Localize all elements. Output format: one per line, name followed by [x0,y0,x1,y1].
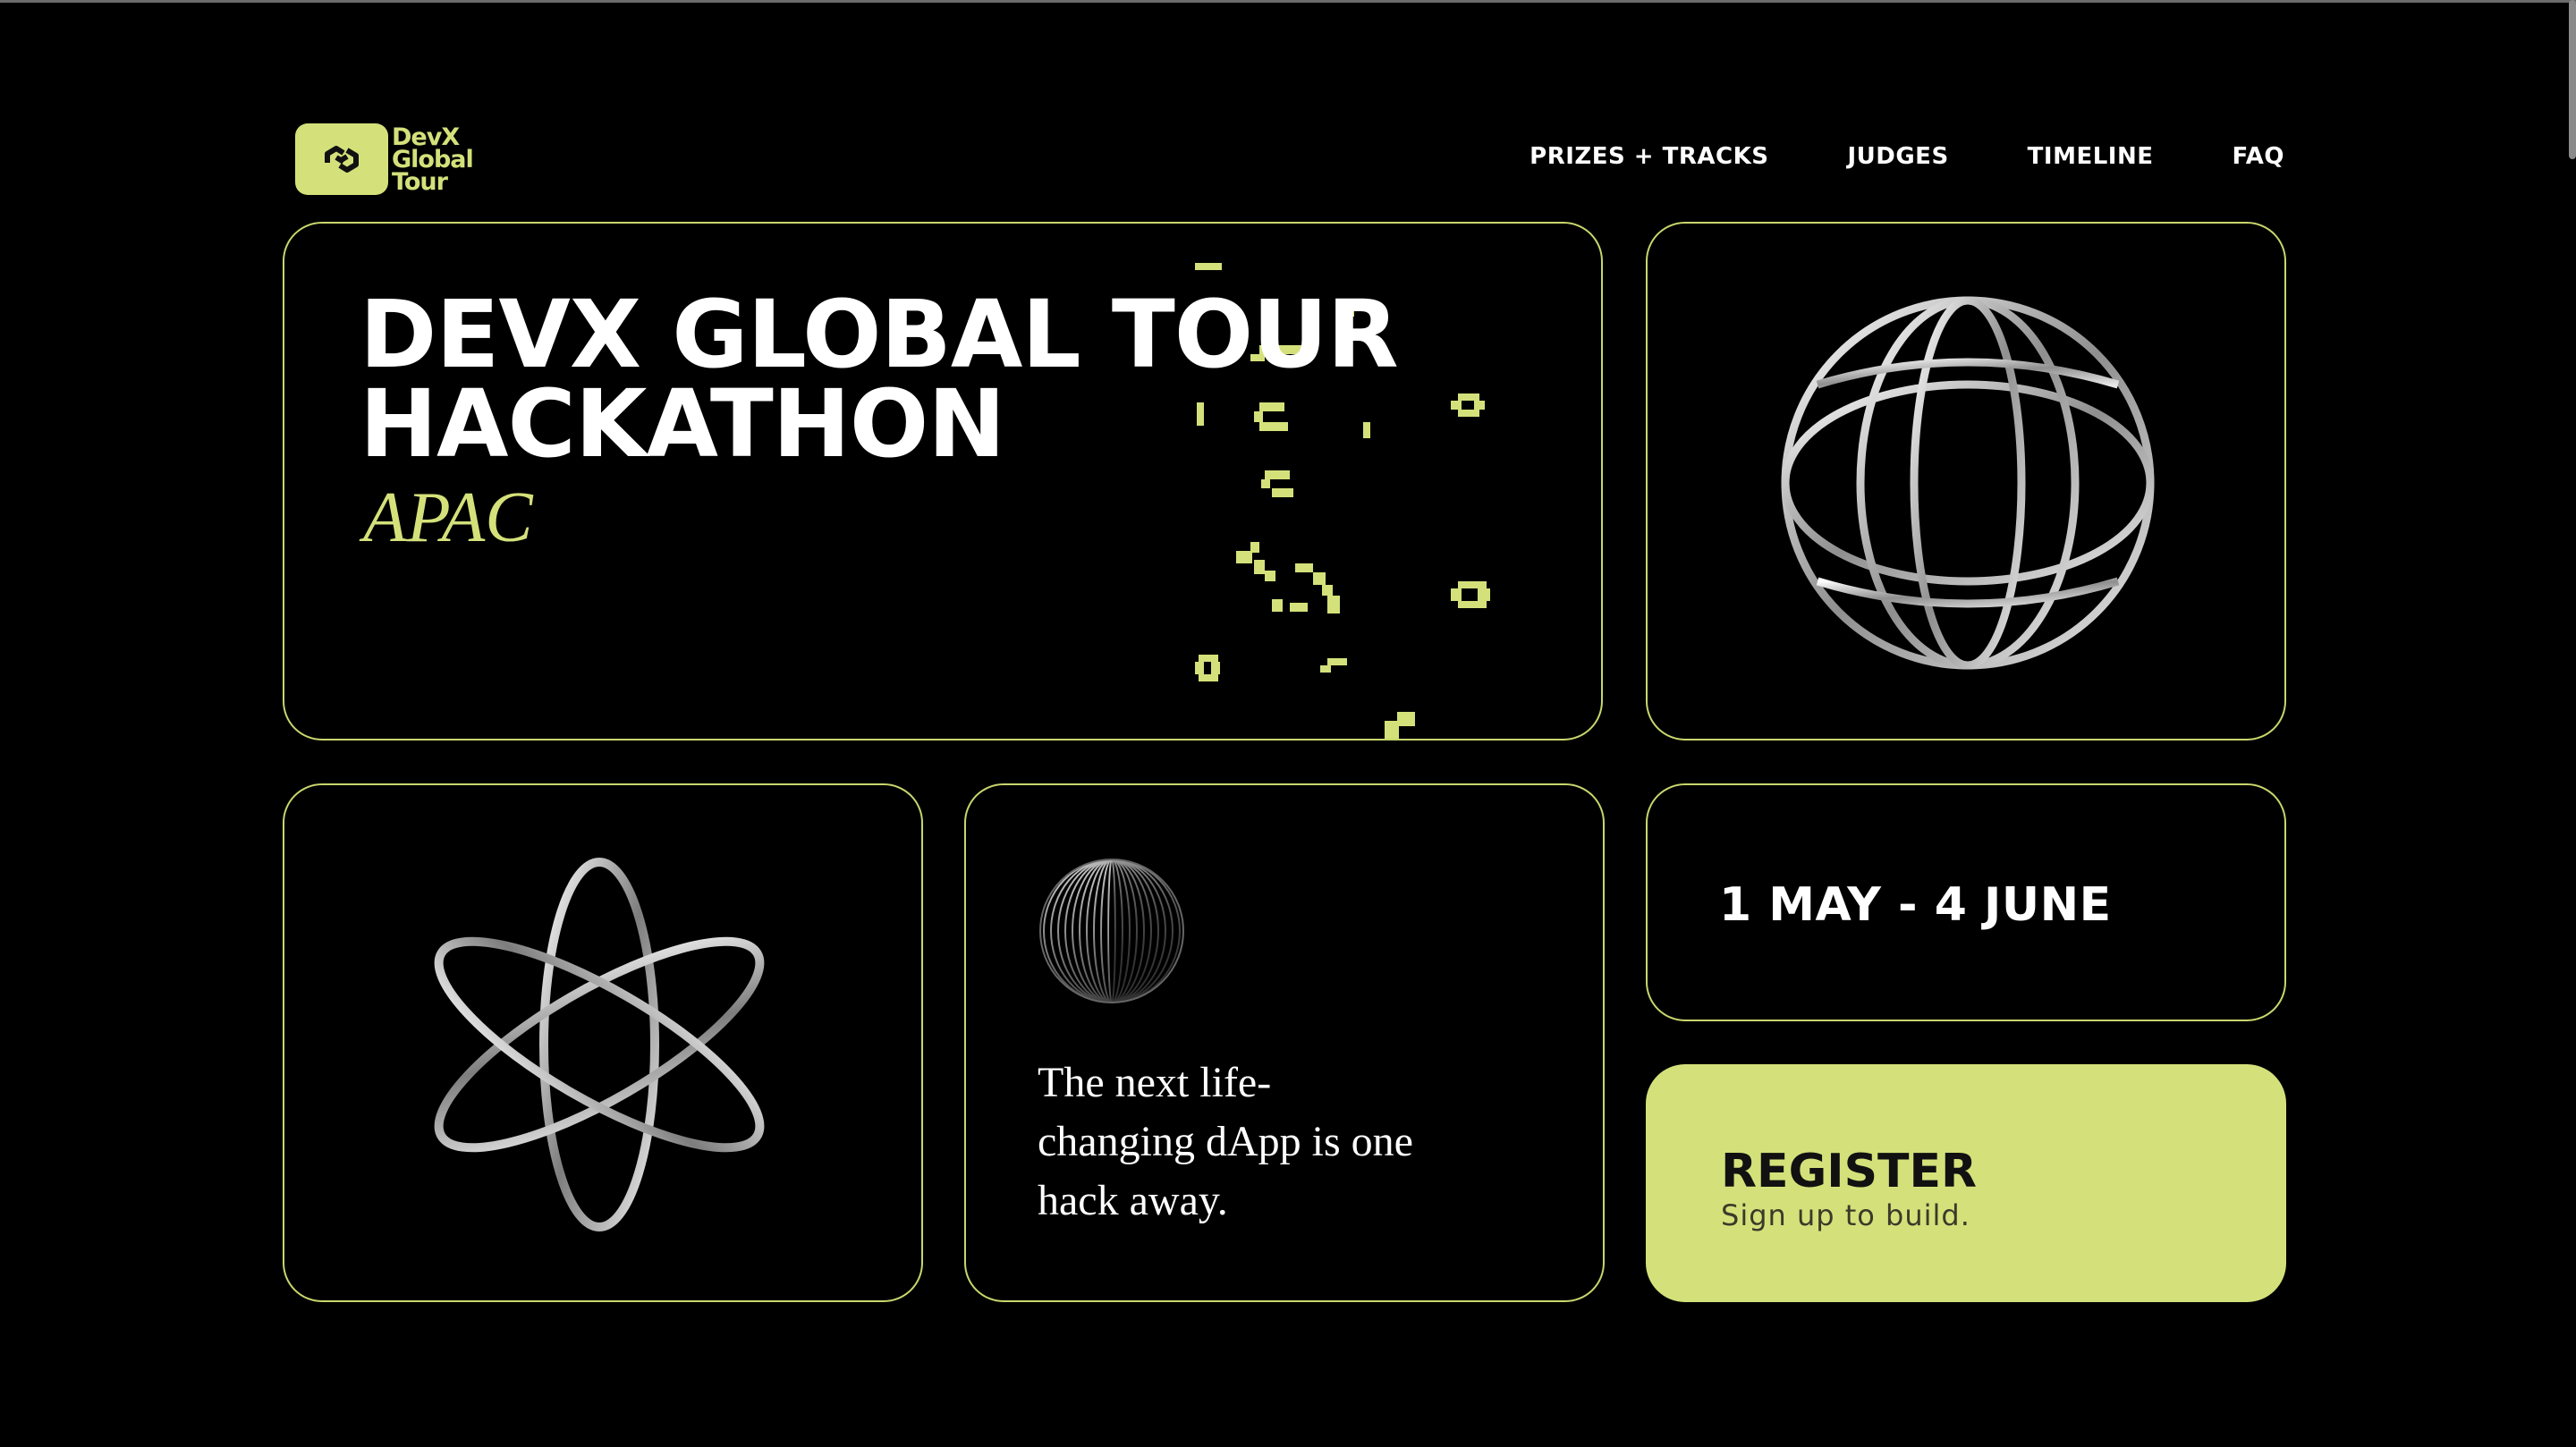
event-dates: 1 MAY - 4 JUNE [1719,878,2112,932]
scrollbar-thumb[interactable] [2569,0,2576,159]
striped-sphere-icon [1039,859,1184,1003]
nav-faq[interactable]: FAQ [2232,143,2284,170]
atom-icon [434,858,765,1231]
nav-timeline[interactable]: TIMELINE [2028,143,2154,170]
atom-card [283,783,923,1302]
logo-word-3: Tour [392,167,448,196]
register-label: REGISTER [1721,1145,1978,1198]
hero-title: DEVX GLOBAL TOUR HACKATHON [360,288,1522,470]
nav-prizes-tracks[interactable]: PRIZES + TRACKS [1530,143,1768,170]
hero-region: APAC [363,478,533,557]
logo-word-1: DevX [392,123,460,151]
polygon-logo-icon [295,123,388,195]
nav-judges[interactable]: JUDGES [1847,143,1948,170]
tagline-card: The next life-changing dApp is one hack … [964,783,1605,1302]
logo-word-2: Global [392,145,474,173]
register-sublabel: Sign up to build. [1721,1198,1970,1232]
devx-logo[interactable]: DevX Global Tour [295,123,483,195]
date-card: 1 MAY - 4 JUNE [1646,783,2286,1021]
tagline-text: The next life-changing dApp is one hack … [1038,1059,1413,1224]
wireframe-globe-icon [1781,296,2155,670]
globe-card [1646,222,2286,740]
hero-card: DEVX GLOBAL TOUR HACKATHON APAC [283,222,1603,740]
hero-title-line2: HACKATHON [360,369,1005,478]
main-nav: PRIZES + TRACKS JUDGES TIMELINE FAQ [1530,143,2284,170]
register-button[interactable]: REGISTER Sign up to build. [1646,1064,2286,1302]
window-top-border [0,0,2576,3]
logo-wordmark: DevX Global Tour [392,123,474,196]
